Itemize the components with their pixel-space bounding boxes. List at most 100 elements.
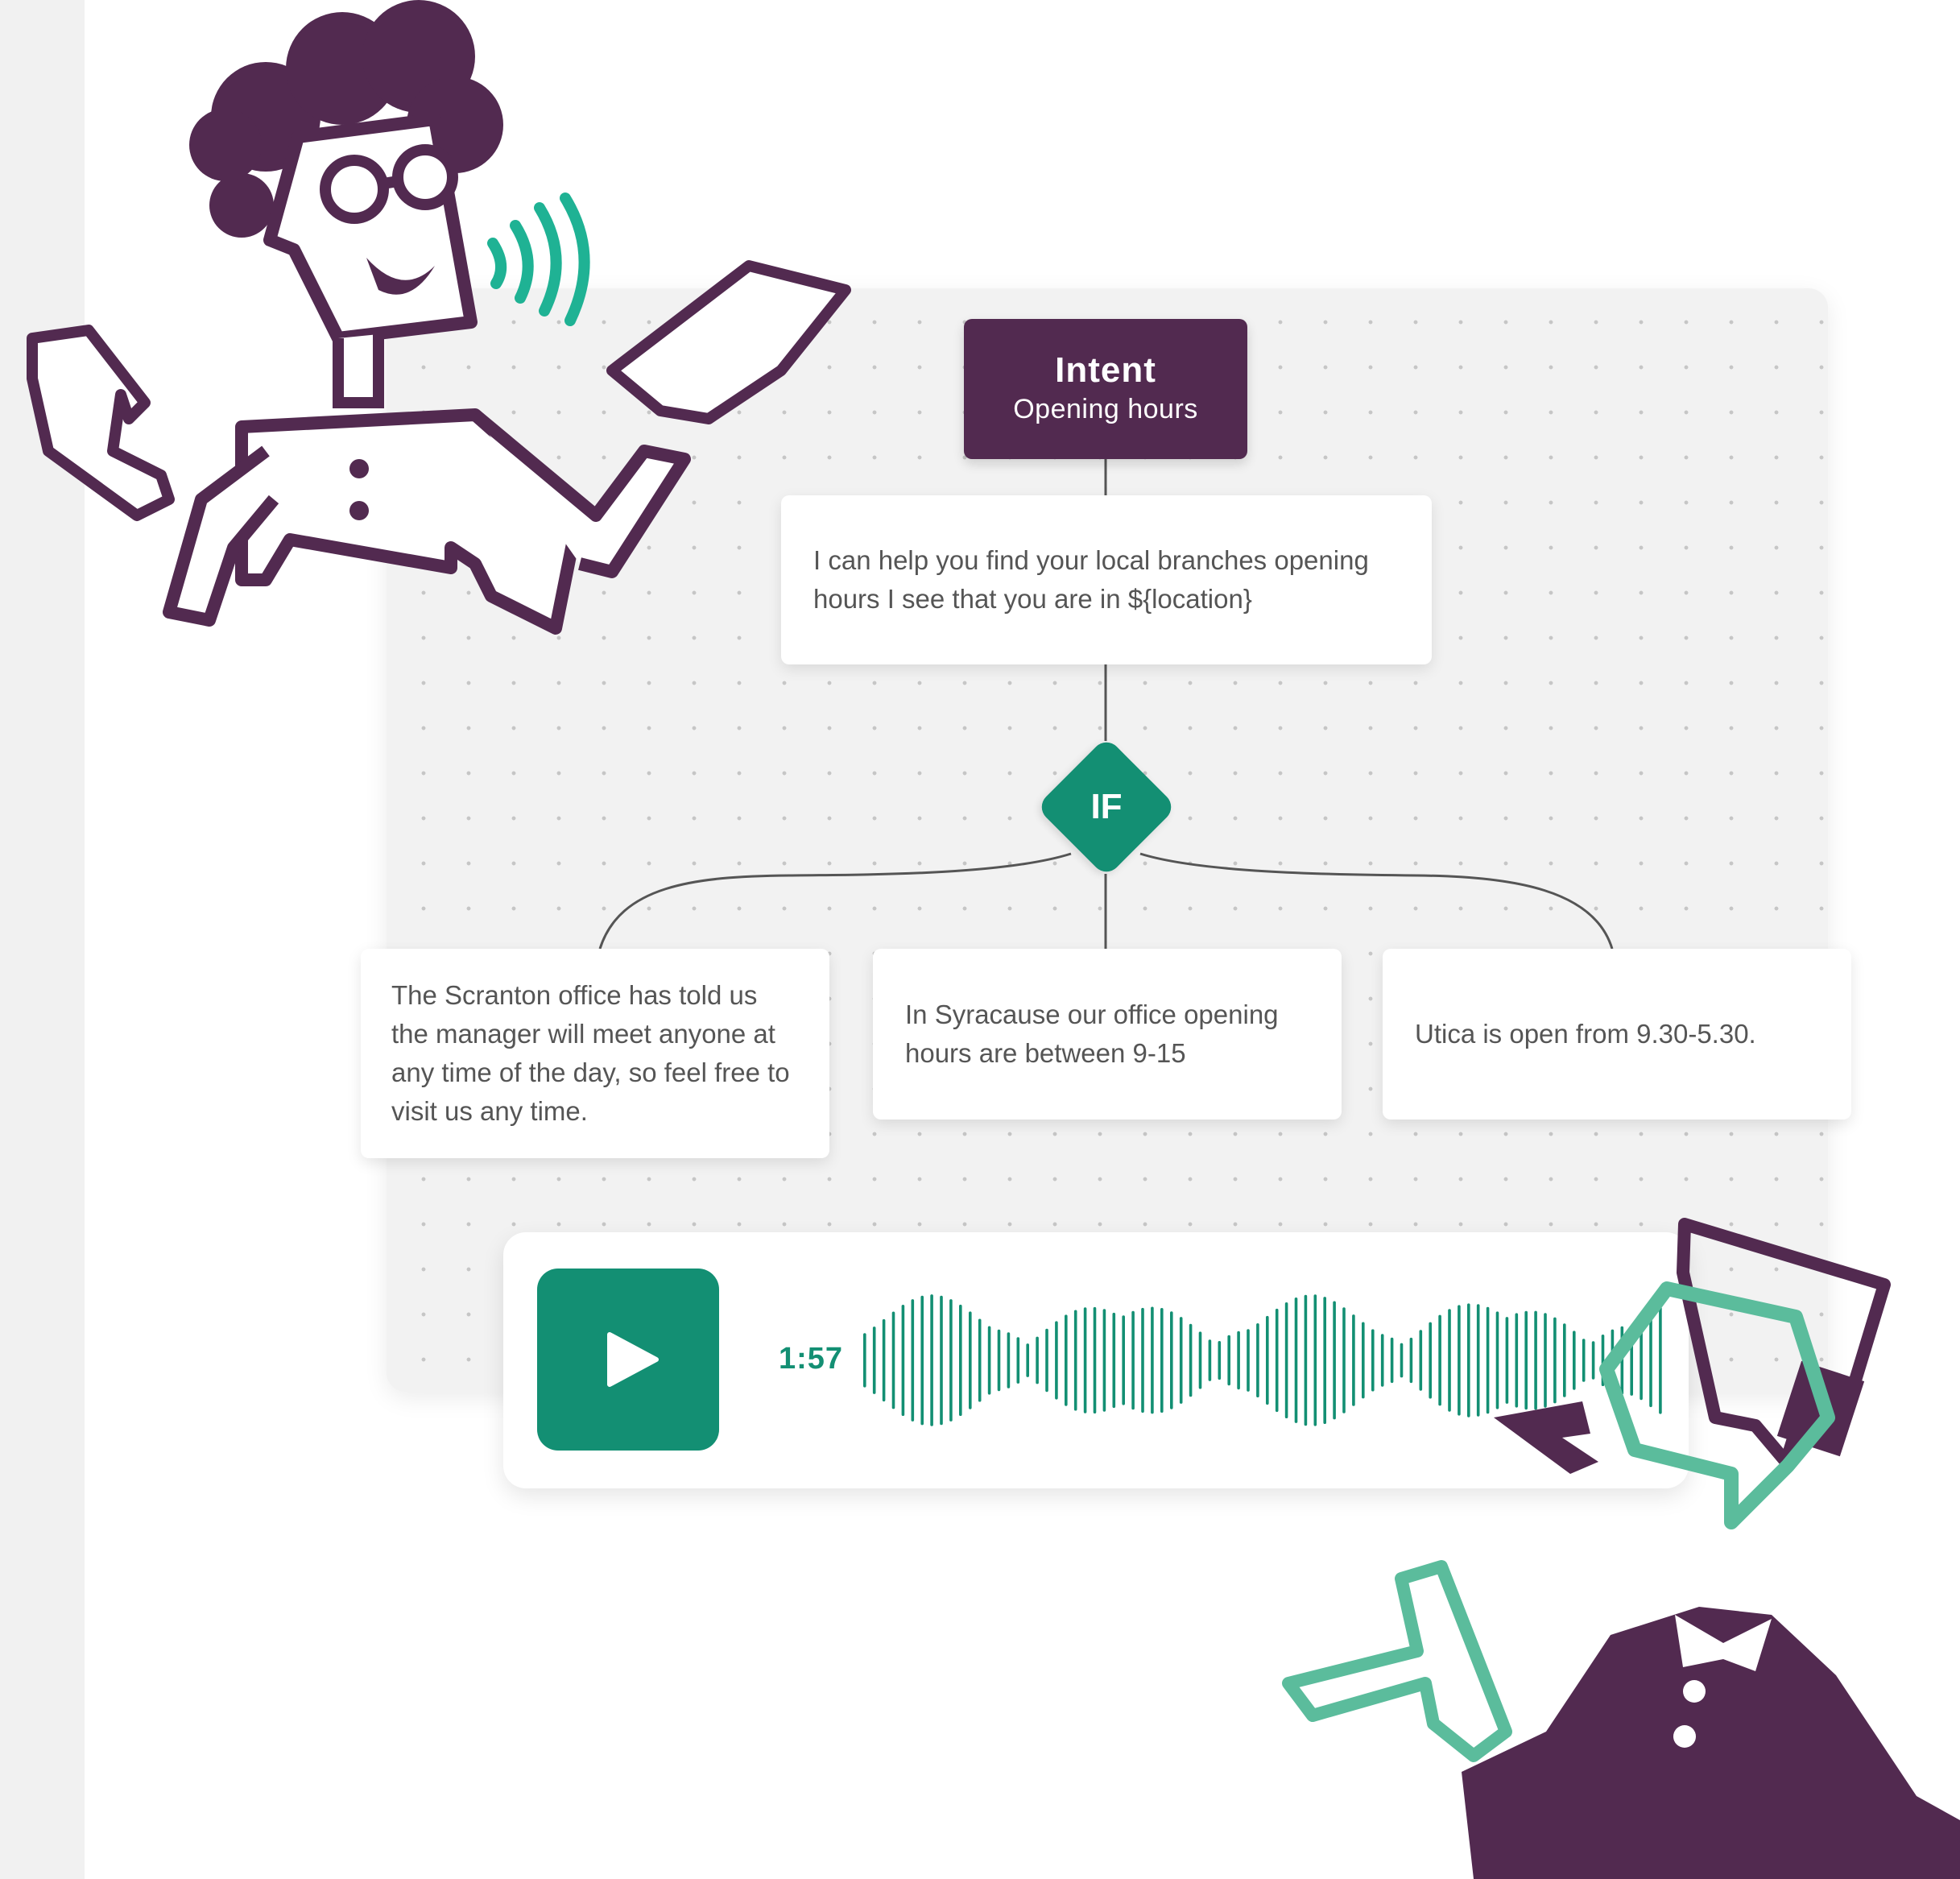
branch-card-scranton[interactable]: The Scranton office has told us the mana…	[361, 949, 829, 1158]
waveform-bar	[969, 1311, 972, 1409]
waveform-bar	[1247, 1329, 1250, 1392]
waveform-bar	[1524, 1310, 1528, 1410]
waveform-bar	[949, 1299, 953, 1422]
intent-node[interactable]: Intent Opening hours	[964, 319, 1247, 459]
intent-title: Intent	[1055, 350, 1156, 390]
if-condition-node[interactable]: IF	[1034, 735, 1179, 879]
waveform-bar	[1073, 1310, 1077, 1411]
waveform-bar	[1256, 1323, 1259, 1397]
waveform-bar	[940, 1295, 943, 1426]
waveform-bar	[959, 1304, 962, 1416]
waveform-bar	[1342, 1307, 1346, 1413]
curly-hair-shape	[189, 0, 503, 238]
waveform-bar	[920, 1295, 924, 1426]
waveform-bar	[1016, 1337, 1020, 1384]
audio-waveform[interactable]	[862, 1273, 1667, 1448]
waveform-bar	[1304, 1294, 1308, 1426]
waveform-bar	[1284, 1302, 1288, 1418]
audio-duration: 1:57	[779, 1342, 844, 1376]
waveform-bar	[891, 1311, 895, 1409]
branch-text-utica: Utica is open from 9.30-5.30.	[1415, 1019, 1756, 1049]
waveform-bar	[1055, 1321, 1058, 1400]
waveform-bar	[1611, 1329, 1615, 1392]
mint-pointing-hand-shape	[1282, 1560, 1512, 1762]
left-arm-shape	[163, 445, 279, 627]
neck-shape	[333, 334, 384, 408]
waveform-bar	[1409, 1337, 1413, 1384]
waveform-bar	[1659, 1306, 1662, 1414]
waveform-bar	[1122, 1315, 1125, 1405]
waveform-bar	[1429, 1322, 1432, 1399]
waveform-bar	[1371, 1329, 1375, 1392]
waveform-bar	[1170, 1311, 1173, 1409]
waveform-bar	[1582, 1339, 1586, 1382]
waveform-bar	[1112, 1312, 1116, 1409]
waveform-bar	[1419, 1330, 1423, 1391]
waveform-bar	[1476, 1304, 1480, 1417]
left-sidebar-strip	[0, 0, 85, 1879]
shirt-collar-shape	[1675, 1615, 1772, 1671]
pointing-man-illustration	[1282, 1560, 1960, 1879]
waveform-bar	[1352, 1314, 1355, 1406]
intent-subtitle: Opening hours	[1013, 394, 1198, 424]
waveform-bar	[978, 1318, 982, 1402]
waveform-bar	[930, 1294, 933, 1426]
waveform-bar	[1362, 1322, 1365, 1399]
waveform-bar	[863, 1333, 866, 1388]
waveform-bar	[1026, 1343, 1029, 1377]
waveform-bar	[997, 1329, 1001, 1392]
waveform-bar	[1266, 1315, 1269, 1405]
waveform-bar	[1083, 1307, 1087, 1413]
waveform-bar	[1515, 1313, 1519, 1408]
waveform-bar	[1160, 1308, 1164, 1413]
waveform-bar	[1553, 1317, 1557, 1404]
waveform-bar	[1007, 1332, 1011, 1389]
waveform-bar	[1630, 1325, 1633, 1396]
waveform-bar	[1601, 1335, 1605, 1386]
branch-text-syracuse: In Syracause our office opening hours ar…	[905, 1000, 1279, 1068]
waveform-bar	[1323, 1297, 1326, 1424]
waveform-bar	[1237, 1331, 1240, 1390]
waveform-bar	[1189, 1323, 1193, 1397]
branch-card-syracuse[interactable]: In Syracause our office opening hours ar…	[873, 949, 1342, 1120]
response-message-card[interactable]: I can help you find your local branches …	[781, 495, 1432, 664]
waveform-bar	[1400, 1343, 1404, 1378]
play-icon	[607, 1332, 659, 1387]
glasses-shape	[320, 144, 458, 224]
waveform-bar	[911, 1299, 915, 1422]
play-button[interactable]	[537, 1269, 719, 1451]
waveform-bar	[1438, 1314, 1441, 1406]
waveform-bar	[1313, 1294, 1317, 1426]
waveform-bar	[1102, 1309, 1106, 1412]
waveform-bar	[1563, 1323, 1566, 1397]
waveform-bar	[1495, 1311, 1499, 1409]
waveform-bar	[1275, 1308, 1279, 1413]
waveform-bar	[1141, 1307, 1144, 1413]
waveform-bar	[1208, 1339, 1212, 1381]
waveform-bar	[1573, 1331, 1576, 1390]
waveform-bar	[1151, 1306, 1154, 1414]
waveform-bar	[1534, 1310, 1537, 1410]
audio-player: 1:57	[503, 1232, 1689, 1488]
waveform-bar	[1448, 1309, 1451, 1412]
waveform-bar	[1544, 1313, 1547, 1408]
waveform-bar	[1505, 1317, 1509, 1404]
suit-buttons-shape	[1673, 1680, 1706, 1748]
waveform-bar	[1486, 1306, 1490, 1414]
waveform-bar	[1198, 1331, 1202, 1389]
if-label: IF	[1090, 787, 1123, 826]
waveform-bar	[987, 1326, 991, 1395]
shirt-buttons-shape	[349, 459, 369, 520]
waveform-bar	[1218, 1341, 1222, 1380]
waveform-bar	[1179, 1317, 1183, 1404]
waveform-bar	[1380, 1334, 1384, 1387]
branch-card-utica[interactable]: Utica is open from 9.30-5.30.	[1383, 949, 1851, 1120]
waveform-bar	[1467, 1303, 1470, 1418]
waveform-bar	[901, 1305, 905, 1416]
waveform-bar	[872, 1326, 876, 1394]
waveform-bar	[1045, 1328, 1048, 1393]
waveform-bar	[1333, 1301, 1336, 1420]
waveform-bar	[1620, 1326, 1624, 1395]
waveform-bar	[1591, 1341, 1595, 1380]
waveform-bar	[1649, 1313, 1652, 1408]
